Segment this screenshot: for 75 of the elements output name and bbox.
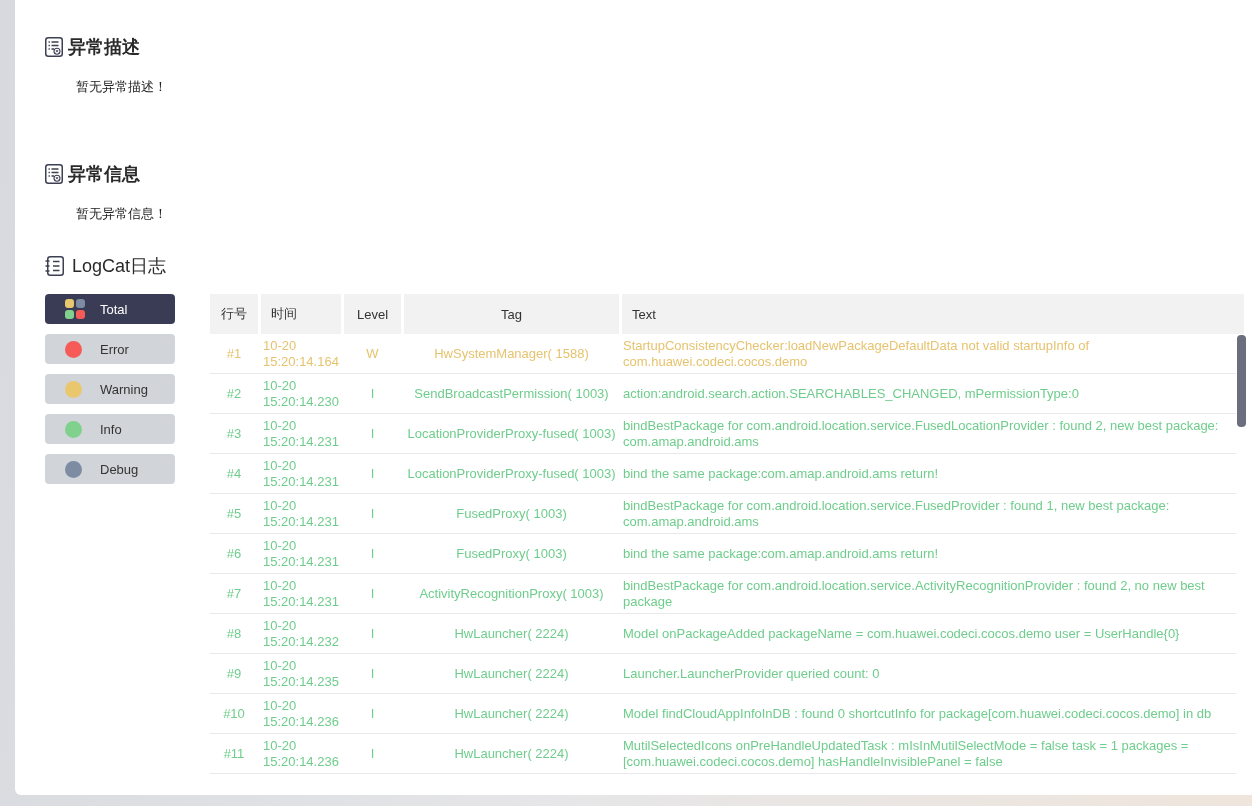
table-cell-text: I — [369, 745, 376, 762]
table-cell-text: #6 — [225, 545, 243, 562]
table-cell-text: Launcher.LauncherProvider queried count: 0 — [622, 665, 881, 682]
table-cell-text: FusedProxy( 1003) — [455, 545, 568, 562]
table-cell-text: I — [369, 665, 376, 682]
table-cell-text: bind the same package:com.amap.android.ams return! — [622, 465, 940, 482]
table-cell-text: #2 — [225, 385, 243, 402]
table-cell-text: HwLauncher( 2224) — [453, 625, 570, 642]
empty-message: 暂无异常描述！ — [76, 78, 167, 96]
table-cell-text: #1 — [225, 345, 243, 362]
section-title: LogCat日志 — [72, 255, 167, 278]
table-cell-text: bindBestPackage for com.android.location.service.ActivityRecognitionProvider : found 2, no new best package — [622, 577, 1206, 610]
table-cell-text: Model onPackageAdded packageName = com.huawei.codeci.cocos.demo user = UserHandle{0} — [622, 625, 1181, 642]
table-cell-text: #9 — [225, 665, 243, 682]
filter-button[interactable]: Debug — [45, 454, 175, 484]
table-cell-text: LocationProviderProxy-fused( 1003) — [406, 465, 617, 482]
filter-button[interactable]: Error — [45, 334, 175, 364]
scrollbar-thumb[interactable] — [1237, 335, 1246, 427]
table-cell-text: #10 — [222, 705, 246, 722]
document-icon — [45, 164, 63, 184]
table-cell-text: W — [365, 345, 380, 362]
table-cell-text: I — [369, 385, 376, 402]
table-cell-text: bindBestPackage for com.android.location.service.FusedProvider : found 1, new best package: com.amap.android.ams — [622, 497, 1171, 530]
grid-icon — [65, 299, 85, 319]
column-header: Level — [344, 294, 401, 334]
empty-message: 暂无异常信息！ — [76, 205, 167, 223]
filter-button[interactable]: Info — [45, 414, 175, 444]
table-cell-text: #7 — [225, 585, 243, 602]
table-cell-text: HwLauncher( 2224) — [453, 705, 570, 722]
table-cell-text: 10-20 15:20:14.231 — [262, 577, 340, 610]
table-cell-text: FusedProxy( 1003) — [455, 505, 568, 522]
table-cell-text: I — [369, 425, 376, 442]
table-cell-text: 10-20 15:20:14.231 — [262, 537, 340, 570]
table-cell-text: Model findCloudAppInfoInDB : found 0 shortcutInfo for package[com.huawei.codeci.cocos.demo] in db — [622, 705, 1213, 722]
table-cell-text: LocationProviderProxy-fused( 1003) — [406, 425, 617, 442]
section-title: 异常描述 — [68, 36, 140, 59]
table-cell-text: action:android.search.action.SEARCHABLES_CHANGED, mPermissionType:0 — [622, 385, 1080, 402]
table-cell-text: #3 — [225, 425, 243, 442]
table-cell-text: 10-20 15:20:14.236 — [262, 737, 340, 770]
column-header: 行号 — [210, 294, 258, 334]
table-cell-text: 10-20 15:20:14.235 — [262, 657, 340, 690]
column-header: Tag — [404, 294, 619, 334]
table-cell-text: 10-20 15:20:14.236 — [262, 697, 340, 730]
table-cell-text: StartupConsistencyChecker:loadNewPackageDefaultData not valid startupInfo of com.huawei.codeci.cocos.demo — [622, 337, 1091, 370]
table-cell-text: bindBestPackage for com.android.location.service.FusedLocationProvider : found 2, new best package: com.amap.android.ams — [622, 417, 1220, 450]
table-cell-text: #11 — [222, 745, 246, 762]
table-cell-text: #5 — [225, 505, 243, 522]
table-cell-text: #8 — [225, 625, 243, 642]
table-cell-text: I — [369, 505, 376, 522]
table-cell-text: SendBroadcastPermission( 1003) — [413, 385, 610, 402]
table-cell-text: bind the same package:com.amap.android.ams return! — [622, 545, 940, 562]
notebook-icon — [45, 256, 64, 276]
table-cell-text: HwLauncher( 2224) — [453, 745, 570, 762]
table-cell-text: ActivityRecognitionProxy( 1003) — [418, 585, 605, 602]
table-cell-text: 10-20 15:20:14.231 — [262, 497, 340, 530]
table-cell-text: I — [369, 545, 376, 562]
section-title: 异常信息 — [68, 163, 140, 186]
table-cell-text: I — [369, 465, 376, 482]
table-cell-text: I — [369, 585, 376, 602]
table-cell-text: 10-20 15:20:14.164 — [262, 337, 340, 370]
column-header: Text — [622, 294, 1244, 334]
table-cell-text: 10-20 15:20:14.232 — [262, 617, 340, 650]
table-cell-text: 10-20 15:20:14.231 — [262, 457, 340, 490]
table-cell-text: 10-20 15:20:14.230 — [262, 377, 340, 410]
table-cell-text: I — [369, 705, 376, 722]
filter-button[interactable]: Total — [45, 294, 175, 324]
document-icon — [45, 37, 63, 57]
table-cell-text: MutilSelectedIcons onPreHandleUpdatedTask : mIsInMutilSelectMode = false task = 1 packages = [com.huawei.codeci.cocos.demo] hasHandleInvisiblePanel = false — [622, 737, 1190, 770]
table-cell-text: HwLauncher( 2224) — [453, 665, 570, 682]
table-cell-text: I — [369, 625, 376, 642]
table-cell-text: #4 — [225, 465, 243, 482]
table-cell-text: HwSystemManager( 1588) — [433, 345, 590, 362]
table-cell-text: 10-20 15:20:14.231 — [262, 417, 340, 450]
column-header: 时间 — [261, 294, 341, 334]
filter-button[interactable]: Warning — [45, 374, 175, 404]
